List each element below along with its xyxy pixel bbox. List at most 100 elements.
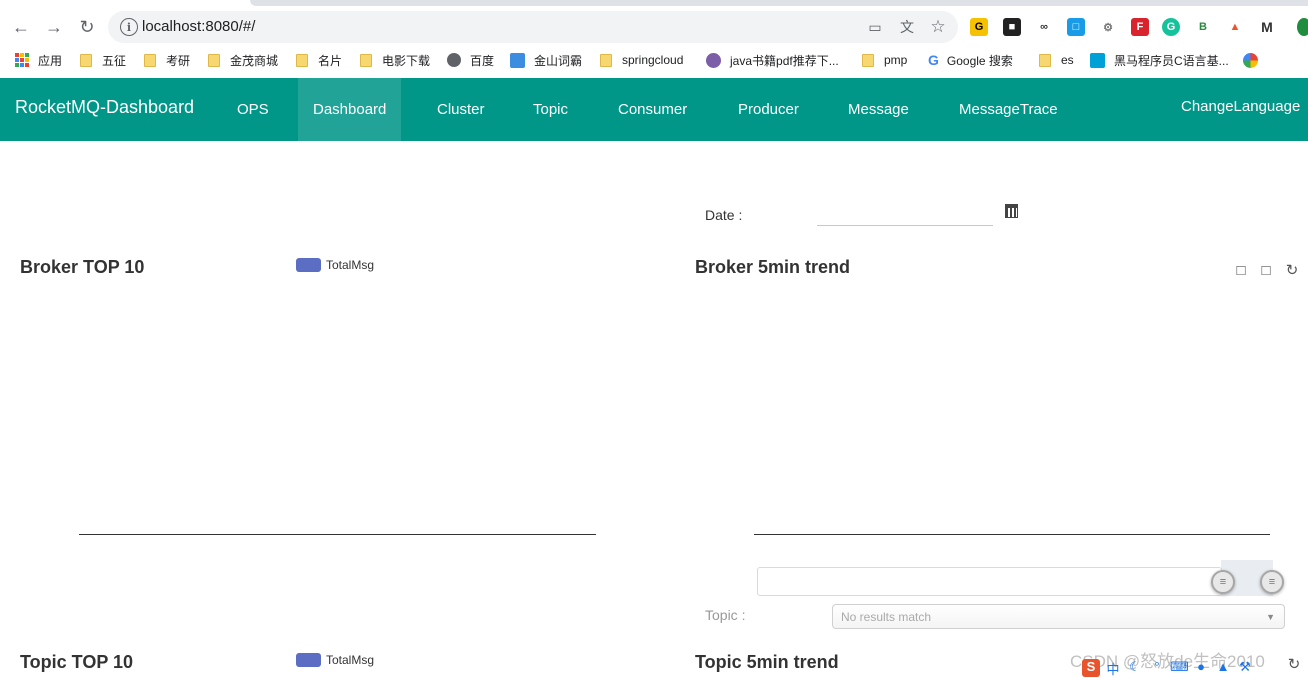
topic-trend-title: Topic 5min trend	[695, 652, 839, 672]
topic-select-placeholder: No results match	[841, 610, 932, 624]
info-icon[interactable]: i	[120, 18, 138, 36]
change-language-button[interactable]: ChangeLanguage	[1166, 75, 1308, 138]
broker-trend-title: Broker 5min trend	[695, 257, 851, 277]
folder-icon	[80, 53, 92, 67]
bookmark-label: 五征	[102, 53, 127, 68]
cast-icon[interactable]: ▭	[865, 17, 885, 37]
calendar-icon[interactable]	[1005, 204, 1018, 218]
broker-top-legend[interactable]: TotalMsg	[296, 258, 374, 272]
topic-label: Topic :	[705, 607, 746, 623]
bookmark-label: 考研	[166, 53, 191, 68]
nav-ops[interactable]: OPS	[222, 78, 284, 141]
bookmark-folder[interactable]: 金茂商城	[208, 51, 278, 69]
date-label: Date :	[705, 207, 743, 223]
back-arrow-icon[interactable]: ←	[8, 14, 34, 40]
topic-select[interactable]: No results match ▼	[832, 604, 1285, 629]
extension-b-icon[interactable]: B	[1194, 18, 1212, 36]
bilibili-icon	[1090, 52, 1105, 68]
topic-top-title: Topic TOP 10	[20, 652, 134, 672]
nav-cluster[interactable]: Cluster	[422, 78, 500, 141]
ime-keyboard-icon[interactable]: ⌨	[1170, 659, 1189, 677]
extension-m-icon[interactable]: M	[1258, 18, 1276, 36]
nav-consumer[interactable]: Consumer	[603, 78, 702, 141]
bookmark-link[interactable]: 金山词霸	[510, 51, 582, 69]
bookmark-label: pmp	[884, 53, 908, 67]
extension-gear-icon[interactable]: ⚙	[1099, 18, 1117, 36]
iciba-icon	[510, 52, 525, 68]
ime-user-icon[interactable]: ●	[1192, 659, 1210, 677]
bookmark-folder[interactable]: 名片	[296, 51, 342, 69]
data-zoom-slider[interactable]	[757, 567, 1222, 596]
refresh-icon[interactable]: ↻	[1286, 656, 1302, 673]
translate-icon[interactable]: 文	[897, 17, 917, 37]
bookmark-label: 名片	[318, 53, 343, 68]
extension-grammarly-icon[interactable]: G	[1162, 18, 1180, 36]
zoom-handle-right-icon[interactable]: ≡	[1260, 570, 1284, 594]
zoom-handle-left-icon[interactable]: ≡	[1211, 570, 1235, 594]
nav-dashboard[interactable]: Dashboard	[298, 78, 402, 141]
broker-top-title: Broker TOP 10	[20, 257, 145, 277]
ime-moon-icon[interactable]: ☾	[1126, 659, 1144, 677]
ime-punct-icon[interactable]: °	[1148, 659, 1166, 677]
browser-chrome: ← → ↻ i localhost:8080/#/ ▭ 文 ☆ G ■ ∞ □ …	[0, 0, 1308, 78]
extension-screenshot-icon[interactable]: □	[1067, 18, 1085, 36]
address-bar[interactable]: i localhost:8080/#/ ▭ 文 ☆	[108, 11, 958, 43]
ime-chinese-icon[interactable]: 中	[1104, 659, 1122, 677]
legend-label: TotalMsg	[326, 653, 375, 667]
bookmark-more[interactable]	[1243, 51, 1267, 69]
nav-topic[interactable]: Topic	[518, 78, 583, 141]
bookmark-apps[interactable]: 应用	[15, 51, 62, 69]
bookmark-folder[interactable]: pmp	[862, 51, 907, 69]
folder-icon	[360, 53, 372, 67]
reload-icon[interactable]: ↻	[74, 14, 100, 40]
broker-top-x-axis	[79, 534, 596, 535]
bookmark-link[interactable]: G Google 搜索	[928, 51, 1013, 69]
bookmark-label: 金茂商城	[230, 53, 279, 68]
tab-strip	[250, 0, 1308, 6]
folder-icon	[144, 53, 156, 67]
browser-toolbar: ← → ↻ i localhost:8080/#/ ▭ 文 ☆ G ■ ∞ □ …	[0, 10, 1308, 44]
bookmark-label: 金山词霸	[534, 53, 583, 68]
bookmark-link[interactable]: 百度	[447, 51, 494, 69]
sogou-icon[interactable]: S	[1082, 659, 1100, 677]
bookmark-link[interactable]: 黑马程序员C语言基...	[1090, 51, 1229, 69]
nav-producer[interactable]: Producer	[723, 78, 814, 141]
bookmark-link[interactable]: java书籍pdf推荐下...	[706, 51, 839, 69]
url-text[interactable]: localhost:8080/#/	[142, 18, 255, 35]
bookmark-star-icon[interactable]: ☆	[928, 17, 948, 37]
extension-toolbox-icon[interactable]: ■	[1003, 18, 1021, 36]
bookmark-folder[interactable]: 电影下载	[360, 51, 430, 69]
bookmark-folder[interactable]: es	[1039, 51, 1074, 69]
google-icon: G	[928, 52, 939, 68]
ime-tool-icon[interactable]: ⚒	[1236, 659, 1254, 677]
java-books-icon	[706, 52, 721, 68]
legend-label: TotalMsg	[326, 258, 375, 272]
profile-avatar[interactable]	[1297, 18, 1308, 36]
bookmark-folder[interactable]: 考研	[144, 51, 190, 69]
refresh-icon[interactable]: ↻	[1284, 262, 1300, 279]
topic-top-legend[interactable]: TotalMsg	[296, 653, 374, 667]
extension-fe-icon[interactable]: F	[1131, 18, 1149, 36]
bookmark-folder[interactable]: 五征	[80, 51, 126, 69]
extension-tree-icon[interactable]: ▲	[1226, 18, 1244, 36]
extension-g-icon[interactable]: G	[970, 18, 988, 36]
brand-title[interactable]: RocketMQ-Dashboard	[15, 97, 194, 118]
bookmark-label: 百度	[470, 53, 495, 68]
extension-link-icon[interactable]: ∞	[1035, 18, 1053, 36]
bookmark-label: springcloud	[622, 53, 684, 67]
ime-toolbar: S 中 ☾ ° ⌨ ● ▲ ⚒	[1082, 658, 1258, 678]
nav-messagetrace[interactable]: MessageTrace	[944, 78, 1073, 141]
zoom-select-icon[interactable]: □	[1233, 262, 1249, 279]
legend-swatch	[296, 258, 321, 272]
nav-message[interactable]: Message	[833, 78, 924, 141]
forward-arrow-icon[interactable]: →	[41, 14, 67, 40]
folder-icon	[600, 53, 612, 67]
bookmark-folder[interactable]: springcloud	[600, 51, 683, 69]
broker-trend-x-axis	[754, 534, 1270, 535]
zoom-reset-icon[interactable]: □	[1258, 262, 1274, 279]
app-navbar: RocketMQ-Dashboard OPS Dashboard Cluster…	[0, 78, 1308, 141]
date-input[interactable]	[817, 200, 993, 226]
ime-skin-icon[interactable]: ▲	[1214, 659, 1232, 677]
bookmark-label: Google 搜索	[946, 53, 1013, 68]
bookmark-label: es	[1061, 53, 1074, 67]
